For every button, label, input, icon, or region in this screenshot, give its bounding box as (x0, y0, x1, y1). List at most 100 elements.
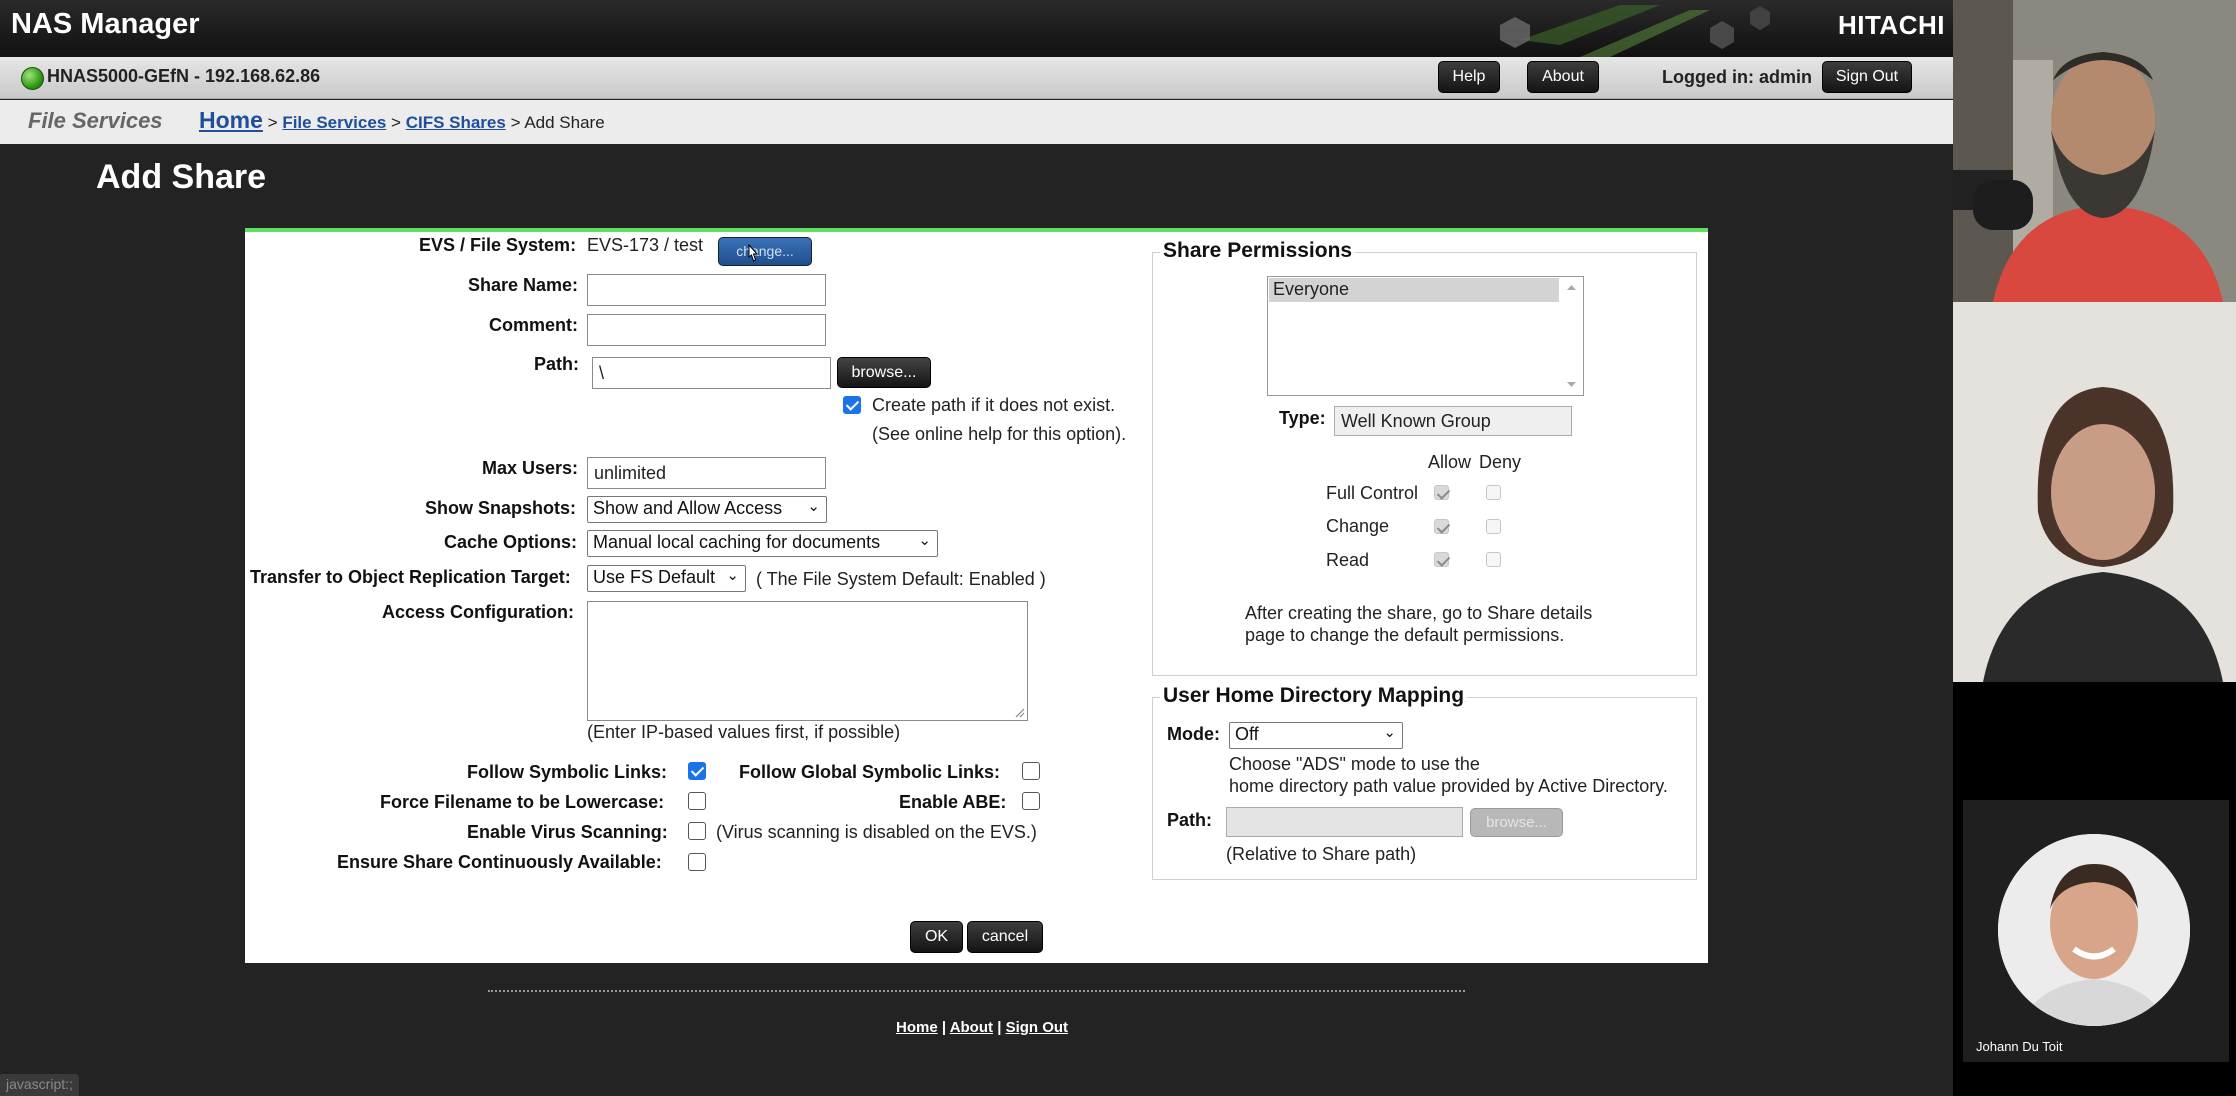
force-lowercase-label: Force Filename to be Lowercase: (380, 792, 665, 812)
show-snapshots-value: Show and Allow Access (593, 498, 783, 518)
virus-scan-checkbox[interactable] (688, 822, 706, 840)
share-name-label: Share Name: (468, 275, 579, 295)
follow-global-symlinks-label: Follow Global Symbolic Links: (739, 762, 1001, 782)
breadcrumb-file-services-link[interactable]: File Services (282, 113, 386, 132)
help-button[interactable]: Help (1438, 61, 1500, 93)
follow-symlinks-checkbox[interactable] (688, 762, 706, 780)
breadcrumb-home-link[interactable]: Home (199, 107, 263, 133)
breadcrumb-cifs-shares-link[interactable]: CIFS Shares (406, 113, 506, 132)
footer-separator: | (997, 1019, 1002, 1036)
home-dir-path-hint: (Relative to Share path) (1226, 844, 1417, 864)
participant-name-label: Johann Du Toit (1976, 1039, 2063, 1054)
share-permissions-legend: Share Permissions (1160, 239, 1356, 263)
full-control-deny-checkbox (1486, 485, 1501, 500)
evs-label: EVS / File System: (419, 235, 577, 255)
participant-video-image (1953, 0, 2236, 302)
ok-button[interactable]: OK (910, 921, 963, 953)
breadcrumb: Home > File Services > CIFS Shares > Add… (199, 107, 605, 134)
banner-decoration (1500, 5, 1770, 57)
read-deny-checkbox (1486, 552, 1501, 567)
enable-abe-checkbox[interactable] (1022, 792, 1040, 810)
breadcrumb-separator: > (510, 113, 521, 132)
create-path-checkbox[interactable] (843, 396, 861, 414)
mode-value: Off (1235, 724, 1259, 744)
cache-options-value: Manual local caching for documents (593, 532, 881, 552)
avatar-image (1998, 834, 2190, 1026)
about-button[interactable]: About (1527, 61, 1599, 93)
change-allow-checkbox (1434, 519, 1449, 534)
mode-hint-line1: Choose "ADS" mode to use the (1229, 754, 1480, 774)
top-banner (0, 0, 1953, 57)
type-label: Type: (1279, 408, 1326, 428)
video-tile-participant-1[interactable] (1953, 0, 2236, 302)
follow-global-symlinks-checkbox[interactable] (1022, 762, 1040, 780)
breadcrumb-separator: > (391, 113, 401, 132)
mode-hint-line2: home directory path value provided by Ac… (1229, 776, 1668, 796)
permissions-note-line1: After creating the share, go to Share de… (1245, 603, 1593, 623)
access-config-label: Access Configuration: (382, 602, 575, 622)
page-title: Add Share (96, 158, 267, 196)
change-evs-button[interactable]: change... (718, 237, 812, 266)
cache-options-label: Cache Options: (444, 532, 578, 552)
transfer-value: Use FS Default (593, 567, 716, 587)
permissions-note-line2: page to change the default permissions. (1245, 625, 1565, 645)
perm-row-label: Read (1326, 550, 1370, 570)
home-dir-path-input (1226, 807, 1463, 837)
share-name-input[interactable] (587, 274, 826, 306)
path-label: Path: (534, 354, 579, 374)
breadcrumb-separator: > (267, 113, 278, 132)
perm-row-label: Full Control (1326, 483, 1419, 503)
perm-row-label: Change (1326, 516, 1390, 536)
chevron-down-icon: ⌄ (807, 498, 820, 515)
browser-status-url: javascript:; (0, 1074, 79, 1096)
virus-scan-label: Enable Virus Scanning: (467, 822, 668, 842)
max-users-input[interactable] (587, 457, 826, 489)
access-config-hint: (Enter IP-based values first, if possibl… (587, 722, 901, 742)
breadcrumb-current: Add Share (524, 113, 605, 132)
home-dir-path-label: Path: (1167, 810, 1212, 830)
mode-select[interactable]: Off ⌄ (1229, 722, 1403, 749)
comment-input[interactable] (587, 314, 826, 346)
footer-about-link[interactable]: About (950, 1019, 993, 1036)
deny-column-header: Deny (1479, 452, 1522, 472)
footer-divider (488, 990, 1465, 992)
footer-separator: | (941, 1019, 947, 1036)
create-path-help: (See online help for this option). (872, 424, 1127, 444)
virus-scan-note: (Virus scanning is disabled on the EVS.) (716, 822, 1037, 842)
footer-links: Home | About | Sign Out (896, 1019, 1068, 1036)
chevron-down-icon: ⌄ (1383, 724, 1396, 741)
footer-sign-out-link[interactable]: Sign Out (1006, 1019, 1069, 1036)
create-path-text: Create path if it does not exist. (872, 395, 1116, 415)
follow-symlinks-label: Follow Symbolic Links: (467, 762, 668, 782)
resize-handle-icon[interactable] (1014, 707, 1025, 718)
participant-video-image (1953, 302, 2236, 682)
show-snapshots-label: Show Snapshots: (425, 498, 577, 518)
video-tile-participant-2[interactable] (1953, 302, 2236, 682)
sign-out-button[interactable]: Sign Out (1822, 61, 1912, 93)
max-users-label: Max Users: (482, 458, 579, 478)
enable-abe-label: Enable ABE: (899, 792, 1007, 812)
mouse-cursor-icon (748, 244, 759, 262)
access-config-textarea[interactable] (587, 601, 1028, 721)
listbox-scrollbar[interactable] (1560, 277, 1583, 395)
home-dir-browse-button: browse... (1470, 808, 1563, 837)
footer-home-link[interactable]: Home (896, 1019, 938, 1036)
change-deny-checkbox (1486, 519, 1501, 534)
cancel-button[interactable]: cancel (967, 921, 1043, 953)
cache-options-select[interactable]: Manual local caching for documents ⌄ (587, 530, 938, 557)
home-dir-mapping-legend: User Home Directory Mapping (1160, 684, 1468, 708)
comment-label: Comment: (489, 315, 578, 335)
section-title: File Services (28, 108, 163, 133)
transfer-select[interactable]: Use FS Default ⌄ (587, 565, 746, 592)
permissions-list-item[interactable]: Everyone (1269, 278, 1559, 302)
browse-path-button[interactable]: browse... (837, 357, 931, 388)
hitachi-logo: HITACHI (1837, 10, 1945, 40)
force-lowercase-checkbox[interactable] (688, 792, 706, 810)
path-input[interactable] (592, 357, 831, 389)
chevron-down-icon: ⌄ (726, 567, 739, 584)
type-field: Well Known Group (1334, 406, 1572, 436)
continuous-avail-checkbox[interactable] (688, 853, 706, 871)
continuous-avail-label: Ensure Share Continuously Available: (337, 852, 662, 872)
show-snapshots-select[interactable]: Show and Allow Access ⌄ (587, 496, 827, 523)
logged-in-label: Logged in: admin (1662, 67, 1812, 87)
